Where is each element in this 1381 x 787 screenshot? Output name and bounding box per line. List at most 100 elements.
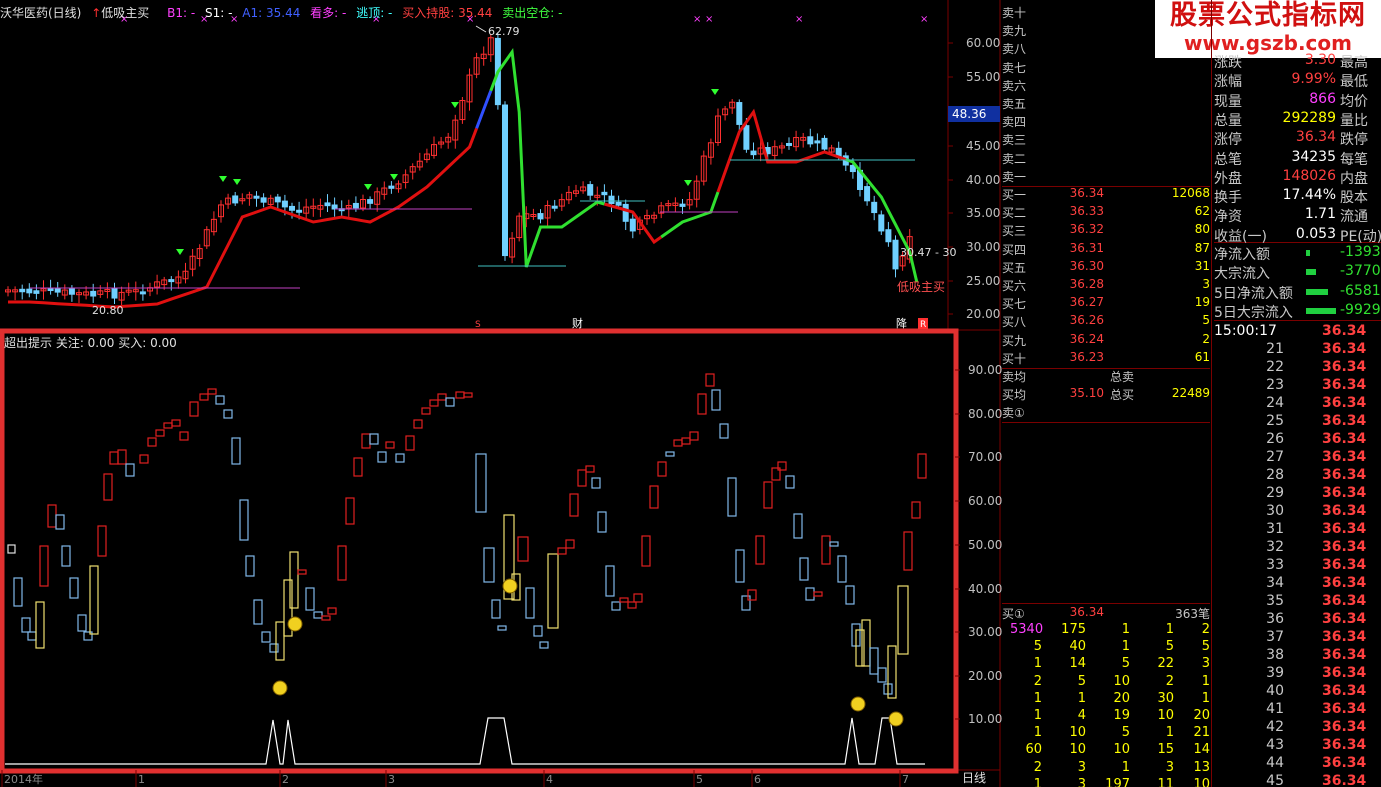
sell-book-row[interactable]: 卖四: [1002, 113, 1210, 131]
tick-time: 27: [1266, 449, 1284, 465]
down-arrow-icon: [684, 180, 692, 186]
sell-book-row[interactable]: 卖六: [1002, 77, 1210, 95]
buy-level-label: 买七: [1002, 297, 1027, 312]
smiley-icon: [502, 578, 518, 594]
candle-body: [537, 213, 544, 220]
buy1-row[interactable]: 买① 36.34 363笔: [1002, 605, 1210, 623]
tick-price: 36.34: [1322, 701, 1367, 717]
buy-book-row[interactable]: 买五 36.30 31: [1002, 259, 1210, 277]
flow-row: 大宗流入 -3770: [1214, 263, 1381, 282]
sub-box: [829, 541, 839, 547]
sell-book-row[interactable]: 卖十: [1002, 4, 1210, 22]
tick-row: 29 36.34: [1214, 485, 1381, 503]
buy-book-row[interactable]: 买八 36.26 5: [1002, 313, 1210, 331]
sell-book-row[interactable]: 卖一: [1002, 168, 1210, 186]
stat-value: 3.30: [1304, 52, 1336, 68]
buy-book-row[interactable]: 买二 36.33 62: [1002, 204, 1210, 222]
sell-avg-row: 卖均 总卖: [1002, 368, 1210, 386]
flow-label: 大宗流入: [1214, 266, 1270, 283]
buy-book-row[interactable]: 买九 36.24 2: [1002, 332, 1210, 350]
x-mark-icon: ×: [705, 14, 713, 25]
stat-label-2: 最高: [1340, 55, 1368, 71]
sub-box: [455, 391, 465, 399]
buy-level-label: 买六: [1002, 279, 1027, 293]
tick-price: 36.34: [1322, 773, 1367, 787]
sub-y-tick-label: 10.00: [968, 712, 1002, 726]
sub-box: [491, 599, 501, 619]
tick-row: 44 36.34: [1214, 755, 1381, 773]
tick-row: 34 36.34: [1214, 575, 1381, 593]
sell-book-row[interactable]: 卖二: [1002, 150, 1210, 168]
event-marker-s: S: [475, 320, 481, 330]
sub-box: [517, 536, 529, 562]
stat-row: 收益(一) 0.053 PE(动): [1214, 226, 1381, 245]
buy-book-row[interactable]: 买十 36.23 61: [1002, 350, 1210, 368]
x-axis-label: 3: [388, 773, 395, 786]
flow-row: 5日大宗流入 -9929: [1214, 302, 1381, 321]
tick-row: 31 36.34: [1214, 521, 1381, 539]
buy-book-row[interactable]: 买六 36.28 3: [1002, 277, 1210, 295]
sell-book-row[interactable]: 卖八: [1002, 40, 1210, 58]
trade-cell: 1: [1165, 622, 1174, 637]
sub-box: [97, 525, 107, 557]
stat-label: 总笔: [1214, 151, 1242, 168]
buy-book-row[interactable]: 买七 36.27 19: [1002, 295, 1210, 313]
tick-row: 24 36.34: [1214, 395, 1381, 413]
sub-box: [821, 535, 831, 565]
sub-box: [199, 393, 209, 401]
sub-box: [525, 587, 535, 619]
candle-body: [331, 204, 338, 210]
sub-box: [361, 433, 371, 449]
tick-price: 36.34: [1322, 413, 1367, 429]
candle-body: [679, 203, 686, 207]
buy-book-row[interactable]: 买一 36.34 12068: [1002, 186, 1210, 204]
period-label: 日线: [962, 771, 986, 785]
sub-box: [109, 451, 119, 465]
sell-book-row[interactable]: 卖三: [1002, 131, 1210, 149]
tick-row: 32 36.34: [1214, 539, 1381, 557]
down-arrow-icon: [390, 174, 398, 180]
candle-body: [367, 199, 374, 204]
buy-book-row[interactable]: 买三 36.32 80: [1002, 222, 1210, 240]
tick-row: 26 36.34: [1214, 431, 1381, 449]
main-y-tick-label: 55.00: [966, 70, 1000, 84]
candle-body: [168, 279, 175, 283]
sub-box: [147, 437, 157, 447]
trade-row: 2 5 10 2 1: [1002, 674, 1210, 691]
stat-value: 34235: [1291, 148, 1336, 165]
tick-time: 28: [1266, 467, 1284, 483]
candle-body: [864, 186, 871, 202]
trade-cell: 10: [1113, 742, 1130, 758]
sub-box: [337, 545, 347, 581]
tick-price: 36.34: [1322, 521, 1367, 537]
sell1-row[interactable]: 卖①: [1002, 404, 1210, 422]
sell-book-row[interactable]: 卖七: [1002, 59, 1210, 77]
sub-box: [665, 451, 675, 457]
sell-book-row[interactable]: 卖九: [1002, 22, 1210, 40]
tick-price: 36.34: [1322, 485, 1367, 501]
stock-title[interactable]: 沃华医药(日线): [0, 6, 81, 20]
sub-box: [231, 437, 241, 465]
sub-box: [747, 589, 757, 601]
candle-body: [786, 142, 792, 146]
candle-body: [622, 203, 629, 222]
sub-box: [711, 389, 721, 411]
tick-price: 36.34: [1322, 593, 1367, 609]
buy-level-label: 买九: [1002, 333, 1027, 348]
candle-body: [871, 201, 878, 214]
sub-box: [641, 535, 651, 567]
buy-book-row[interactable]: 买四 36.31 87: [1002, 241, 1210, 259]
buy-level-volume: 31: [1194, 258, 1210, 273]
separator: [1002, 603, 1210, 604]
sub-box: [239, 499, 249, 541]
sub-box: [585, 465, 595, 473]
candle-body: [743, 125, 750, 150]
sub-box: [813, 591, 823, 597]
total-buy-value: 22489: [1171, 386, 1210, 400]
down-arrow-icon: [219, 176, 227, 182]
down-arrow-icon: [364, 184, 372, 190]
sub-y-tick-label: 40.00: [968, 582, 1002, 596]
tick-price: 36.34: [1322, 467, 1367, 483]
sub-box: [557, 547, 567, 555]
sell-book-row[interactable]: 卖五: [1002, 95, 1210, 113]
